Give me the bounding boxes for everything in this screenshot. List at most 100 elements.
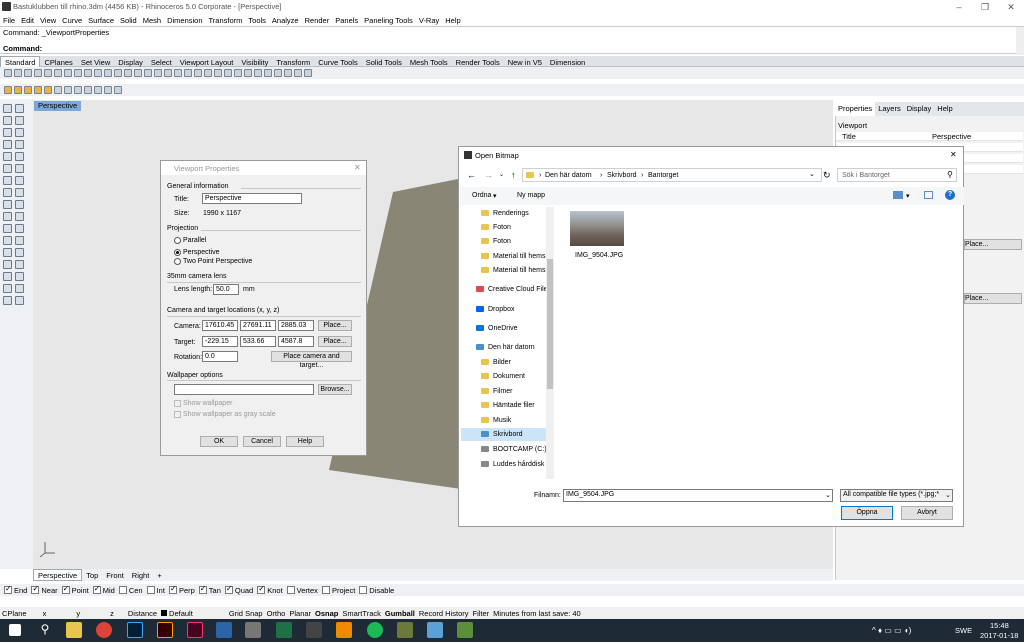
osnap-mid-checkbox[interactable]	[92, 584, 101, 594]
nav-item-skrivbord[interactable]: Skrivbord	[461, 428, 549, 441]
osnap-quad-checkbox[interactable]	[224, 584, 233, 594]
search-input[interactable]: Sök i Bantorget ⚲	[837, 168, 957, 182]
layer-icon[interactable]	[214, 69, 222, 77]
filename-dropdown-icon[interactable]: ⌄	[825, 491, 831, 499]
osnap-int-checkbox[interactable]	[146, 586, 155, 594]
nav-item-filmer[interactable]: Filmer	[461, 385, 549, 398]
target-x-input[interactable]: -229.15	[202, 336, 238, 347]
vray-light-icon[interactable]	[34, 86, 42, 94]
nav-item-foton-2[interactable]: Foton	[461, 235, 549, 248]
menu-solid[interactable]: Solid	[120, 16, 137, 25]
wallpaper-path-input[interactable]	[174, 384, 314, 395]
tab-display-panel[interactable]: Display	[904, 102, 935, 116]
search-icon[interactable]: ⚲	[37, 622, 53, 638]
clock-date[interactable]: 2017-01-18	[980, 631, 1018, 640]
indesign-icon[interactable]	[187, 622, 203, 638]
nav-item-downloads[interactable]: Hämtade filer	[461, 399, 549, 412]
circle-tool-icon[interactable]	[3, 128, 12, 137]
osnap-point-checkbox[interactable]	[61, 584, 70, 594]
osnap-toggle[interactable]: Osnap	[315, 609, 338, 618]
nav-item-renderings[interactable]: Renderings	[461, 207, 549, 220]
vray-help-icon[interactable]	[114, 86, 122, 94]
excel-icon[interactable]	[276, 622, 292, 638]
dimension-tool-icon[interactable]	[15, 272, 24, 281]
nav-item-material[interactable]: Material till hems	[461, 250, 549, 263]
explode-tool-icon[interactable]	[15, 260, 24, 269]
nav-item-foton[interactable]: Foton	[461, 221, 549, 234]
material-icon[interactable]	[274, 69, 282, 77]
render-tool-icon[interactable]	[15, 296, 24, 305]
perspective-radio[interactable]	[174, 249, 181, 256]
minecraft-icon[interactable]	[457, 622, 473, 638]
zoom-extents-icon[interactable]	[134, 69, 142, 77]
preview-pane-icon[interactable]	[924, 191, 933, 199]
lock-icon[interactable]	[204, 69, 212, 77]
check-tool-icon[interactable]	[15, 284, 24, 293]
nav-item-bootcamp[interactable]: BOOTCAMP (C:)	[461, 443, 549, 456]
menu-surface[interactable]: Surface	[88, 16, 114, 25]
copy-icon[interactable]	[64, 69, 72, 77]
menu-render[interactable]: Render	[305, 16, 330, 25]
trim-tool-icon[interactable]	[3, 248, 12, 257]
camera-place-button[interactable]: Place...	[318, 320, 352, 331]
vray-dome-icon[interactable]	[94, 86, 102, 94]
spotify-icon[interactable]	[367, 622, 383, 638]
address-dropdown-icon[interactable]: ⌄	[809, 170, 815, 179]
tab-perspective[interactable]: Perspective	[33, 569, 83, 581]
group-tool-icon[interactable]	[3, 272, 12, 281]
zoom-icon[interactable]	[114, 69, 122, 77]
status-layer[interactable]: Default	[169, 609, 193, 618]
revit-icon[interactable]	[216, 622, 232, 638]
lens-length-input[interactable]: 50.0	[213, 284, 239, 295]
wireframe-icon[interactable]	[234, 69, 242, 77]
import-icon[interactable]	[44, 69, 52, 77]
ortho-toggle[interactable]: Ortho	[267, 609, 286, 618]
vray-interactive-icon[interactable]	[84, 86, 92, 94]
show-wallpaper-checkbox[interactable]	[174, 400, 181, 407]
nav-item-this-pc[interactable]: Den här datorn	[461, 341, 549, 354]
analyze-tool-icon[interactable]	[3, 284, 12, 293]
open-bitmap-cancel-button[interactable]: Avbryt	[901, 506, 953, 520]
open-icon[interactable]	[14, 69, 22, 77]
undo-icon[interactable]	[84, 69, 92, 77]
menu-mesh[interactable]: Mesh	[143, 16, 161, 25]
save-icon[interactable]	[24, 69, 32, 77]
osnap-end-checkbox[interactable]	[4, 584, 12, 594]
up-icon[interactable]: ↑	[511, 170, 516, 180]
select-icon[interactable]	[184, 69, 192, 77]
nav-item-bilder[interactable]: Bilder	[461, 356, 549, 369]
open-button[interactable]: Öppna	[841, 506, 893, 520]
language-indicator[interactable]: SWE	[955, 626, 972, 635]
menu-paneling-tools[interactable]: Paneling Tools	[364, 16, 413, 25]
extrude-tool-icon[interactable]	[15, 164, 24, 173]
menu-help[interactable]: Help	[445, 16, 460, 25]
shaded-icon[interactable]	[244, 69, 252, 77]
sphere-tool-icon[interactable]	[15, 176, 24, 185]
tab-standard[interactable]: Standard	[0, 56, 41, 67]
nav-item-material-2[interactable]: Material till hems	[461, 264, 549, 277]
two-point-radio[interactable]	[174, 258, 181, 265]
grid-tool-icon[interactable]	[3, 296, 12, 305]
menu-vray[interactable]: V-Ray	[419, 16, 439, 25]
parallel-radio[interactable]	[174, 237, 181, 244]
zoom-selected-icon[interactable]	[144, 69, 152, 77]
rhino-icon[interactable]	[245, 622, 261, 638]
windows-start-icon[interactable]	[9, 624, 21, 636]
cut-icon[interactable]	[54, 69, 62, 77]
app-icon[interactable]	[427, 622, 443, 638]
point-tool-icon[interactable]	[15, 104, 24, 113]
new-folder-button[interactable]: Ny mapp	[517, 192, 545, 199]
properties-icon[interactable]	[224, 69, 232, 77]
nav-scrollbar-thumb[interactable]	[547, 259, 553, 389]
grid-snap-toggle[interactable]: Grid Snap	[229, 609, 263, 618]
view-dropdown-icon[interactable]: ▾	[906, 192, 910, 200]
open-bitmap-close-icon[interactable]: ✕	[950, 150, 957, 159]
new-icon[interactable]	[4, 69, 12, 77]
file-name[interactable]: IMG_9504.JPG	[575, 252, 623, 259]
title-input[interactable]: Perspective	[202, 193, 302, 204]
osnap-knot-checkbox[interactable]	[257, 584, 266, 594]
chrome-icon[interactable]	[96, 622, 112, 638]
environment-icon[interactable]	[284, 69, 292, 77]
cplane-icon[interactable]	[174, 69, 182, 77]
address-bar[interactable]: › Den här datorn › Skrivbord › Bantorget…	[522, 168, 822, 182]
